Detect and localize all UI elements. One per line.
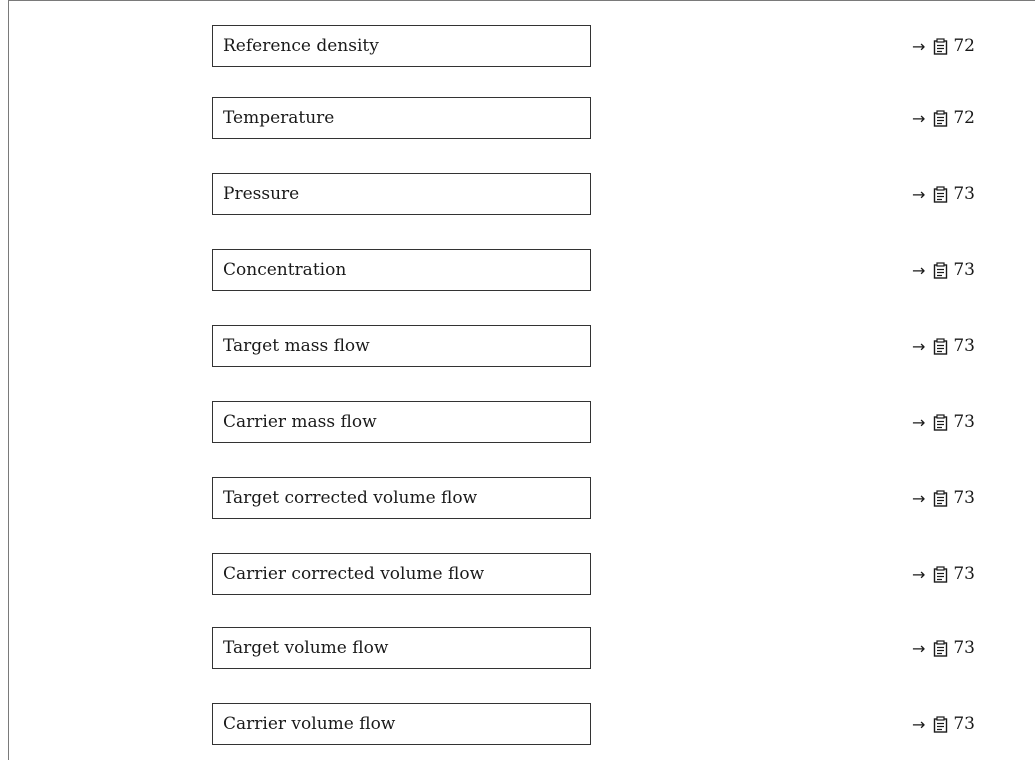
page-reference[interactable]: → 73: [912, 325, 975, 367]
page-number: 73: [953, 564, 975, 584]
parameter-row: Temperature → 72: [0, 97, 1035, 139]
right-arrow-icon: →: [911, 488, 926, 508]
right-arrow-icon: →: [911, 336, 926, 356]
page-reference[interactable]: → 73: [912, 627, 975, 669]
right-arrow-icon: →: [911, 108, 926, 128]
page-reference-icon: [934, 565, 948, 583]
parameter-row: Target mass flow → 73: [0, 325, 1035, 367]
right-arrow-icon: →: [911, 638, 926, 658]
page-number: 72: [953, 108, 975, 128]
page-reference-icon: [934, 37, 948, 55]
page-reference-icon: [934, 489, 948, 507]
page-reference-icon: [934, 715, 948, 733]
page-number: 73: [953, 638, 975, 658]
parameter-label: Concentration: [223, 260, 347, 280]
page-number: 72: [953, 36, 975, 56]
page-reference[interactable]: → 72: [912, 97, 975, 139]
page-reference[interactable]: → 72: [912, 25, 975, 67]
page-reference[interactable]: → 73: [912, 401, 975, 443]
page-reference-icon: [934, 337, 948, 355]
parameter-box[interactable]: Target corrected volume flow: [212, 477, 591, 519]
right-arrow-icon: →: [911, 714, 926, 734]
page-number: 73: [953, 184, 975, 204]
page-reference-icon: [934, 639, 948, 657]
parameter-label: Reference density: [223, 36, 379, 56]
parameter-label: Temperature: [223, 108, 335, 128]
page-number: 73: [953, 412, 975, 432]
page-reference-icon: [934, 185, 948, 203]
parameter-box[interactable]: Carrier volume flow: [212, 703, 591, 745]
page-number: 73: [953, 336, 975, 356]
page-number: 73: [953, 714, 975, 734]
parameter-box[interactable]: Temperature: [212, 97, 591, 139]
page-number: 73: [953, 488, 975, 508]
parameter-box[interactable]: Target volume flow: [212, 627, 591, 669]
right-arrow-icon: →: [911, 564, 926, 584]
page-reference[interactable]: → 73: [912, 173, 975, 215]
parameter-label: Target corrected volume flow: [223, 488, 478, 508]
parameter-label: Carrier mass flow: [223, 412, 377, 432]
page-reference-icon: [934, 109, 948, 127]
parameter-row: Reference density → 72: [0, 25, 1035, 67]
parameter-row: Carrier volume flow → 73: [0, 703, 1035, 745]
parameter-row: Carrier corrected volume flow → 73: [0, 553, 1035, 595]
parameter-label: Target volume flow: [223, 638, 389, 658]
parameter-label: Pressure: [223, 184, 300, 204]
right-arrow-icon: →: [911, 184, 926, 204]
parameter-label: Target mass flow: [223, 336, 370, 356]
page-reference[interactable]: → 73: [912, 249, 975, 291]
page-reference-icon: [934, 261, 948, 279]
page-reference[interactable]: → 73: [912, 703, 975, 745]
parameter-row: Concentration → 73: [0, 249, 1035, 291]
right-arrow-icon: →: [911, 260, 926, 280]
parameter-box[interactable]: Concentration: [212, 249, 591, 291]
parameter-row: Pressure → 73: [0, 173, 1035, 215]
parameter-box[interactable]: Target mass flow: [212, 325, 591, 367]
page-reference[interactable]: → 73: [912, 553, 975, 595]
parameter-box[interactable]: Pressure: [212, 173, 591, 215]
parameter-label: Carrier volume flow: [223, 714, 396, 734]
parameter-box[interactable]: Carrier corrected volume flow: [212, 553, 591, 595]
parameter-box[interactable]: Carrier mass flow: [212, 401, 591, 443]
right-arrow-icon: →: [911, 412, 926, 432]
parameter-row: Target corrected volume flow → 73: [0, 477, 1035, 519]
right-arrow-icon: →: [911, 36, 926, 56]
page-reference-icon: [934, 413, 948, 431]
page-number: 73: [953, 260, 975, 280]
parameter-box[interactable]: Reference density: [212, 25, 591, 67]
page-reference[interactable]: → 73: [912, 477, 975, 519]
parameter-row: Carrier mass flow → 73: [0, 401, 1035, 443]
parameter-list: Reference density → 72 Temperature → 72 …: [0, 0, 1035, 760]
parameter-label: Carrier corrected volume flow: [223, 564, 485, 584]
parameter-row: Target volume flow → 73: [0, 627, 1035, 669]
